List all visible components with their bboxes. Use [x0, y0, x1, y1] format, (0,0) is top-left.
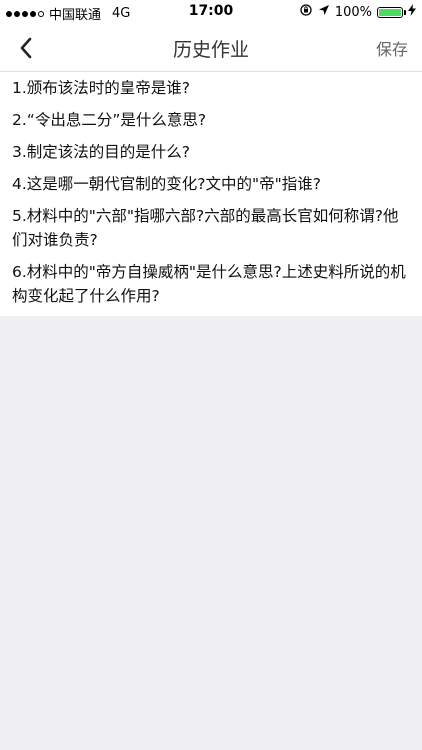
charging-icon [408, 4, 416, 20]
question-item: 1.颁布该法时的皇帝是谁? [12, 79, 191, 97]
battery-fill [379, 8, 401, 16]
question-item: 2.“令出息二分”是什么意思? [12, 111, 207, 129]
battery-percent: 100% [334, 4, 372, 20]
save-button[interactable]: 保存 [376, 36, 408, 60]
question-item: 5.材料中的"六部"指哪六部?六部的最高长官如何称谓?他们对谁负责? [12, 207, 399, 249]
status-bar: 中国联通 4G 17:00 100% [0, 0, 422, 24]
rotation-lock-icon [299, 3, 313, 21]
page-title: 历史作业 [172, 39, 249, 61]
question-item: 6.材料中的"帝方自操威柄"是什么意思?上述史料所说的机构变化起了什么作用? [12, 263, 406, 305]
question-item: 3.制定该法的目的是什么? [12, 143, 191, 161]
battery-icon [377, 6, 406, 18]
question-item: 4.这是哪一朝代官制的变化?文中的"帝"指谁? [12, 175, 322, 193]
question-list: 1.颁布该法时的皇帝是谁? 2.“令出息二分”是什么意思? 3.制定该法的目的是… [0, 72, 422, 316]
nav-bar: 历史作业 保存 [0, 24, 422, 72]
status-right: 100% [299, 3, 416, 21]
location-icon [318, 4, 330, 20]
